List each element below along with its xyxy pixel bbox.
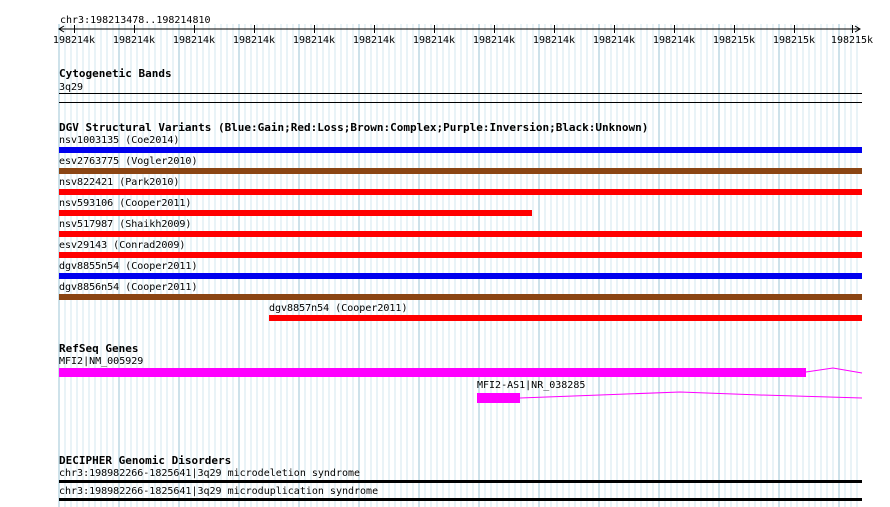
track-title-decipher: DECIPHER Genomic Disorders <box>59 454 232 467</box>
decipher-bar-microdeletion[interactable] <box>59 480 862 483</box>
decipher-bar-microduplication[interactable] <box>59 498 862 501</box>
decipher-label-microdeletion: chr3:198982266-1825641|3q29 microdeletio… <box>59 468 361 479</box>
gene-intron-mfi2-as1[interactable] <box>0 0 890 507</box>
decipher-label-microduplication: chr3:198982266-1825641|3q29 microduplica… <box>59 486 379 497</box>
